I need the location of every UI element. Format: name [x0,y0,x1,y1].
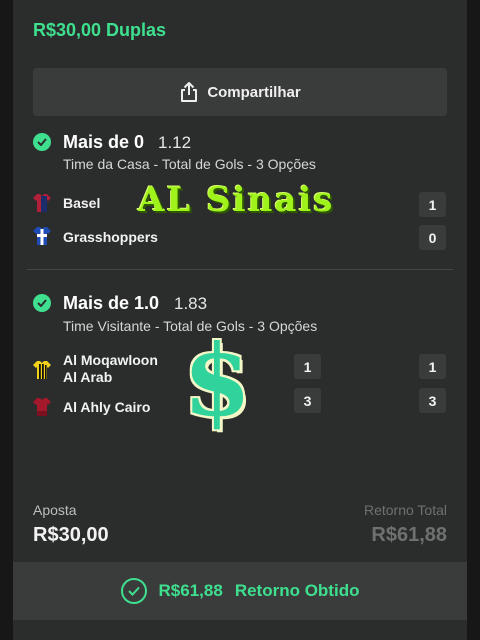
market-subtitle: Time da Casa - Total de Gols - 3 Opções [63,156,316,172]
market-odd: 1.83 [174,294,208,313]
score-box: 3 [419,388,446,413]
bet-stake-type: R$30,00 Duplas [33,20,167,40]
score-box: 0 [419,225,446,250]
check-icon [33,133,51,151]
score-box: 1 [419,192,446,217]
return-value: R$61,88 [371,524,447,546]
grasshoppers-shirt-icon [33,227,51,245]
market-odd: 1.12 [158,133,192,152]
return-obtained-label: Retorno Obtido [234,581,360,600]
basel-shirt-icon [33,194,51,212]
team-name-away: Al Ahly Cairo [63,399,151,415]
stake-value: R$30,00 [33,524,109,546]
return-label: Retorno Total [363,502,447,518]
bet-slip-card: R$30,00 Duplas Compartilhar Mais de 0 1.… [13,0,467,640]
dollar-sign-overlay: $ [183,324,252,439]
stake-label: Aposta [33,502,77,518]
market-title: Mais de 1.0 [63,293,160,313]
share-icon [179,81,199,103]
al-moqawloon-shirt-icon [33,361,51,379]
team-name-line: Al Moqawloon [63,352,158,368]
score-box-left: 3 [294,388,321,413]
score-box: 1 [419,354,446,379]
market-title: Mais de 0 [63,132,145,152]
share-button[interactable]: Compartilhar [33,68,447,116]
team-name-home: Basel [63,195,101,211]
check-circle-icon [120,578,147,604]
return-obtained-amount: R$61,88 [158,581,223,600]
return-obtained-bar: R$61,88 Retorno Obtido [13,562,467,620]
check-icon [33,294,51,312]
score-box-left: 1 [294,354,321,379]
team-name-home: Al Moqawloon Al Arab [63,352,158,386]
divider [27,269,453,270]
share-button-label: Compartilhar [207,83,301,101]
al-sinais-watermark: AL Sinais [138,180,335,220]
team-name-away: Grasshoppers [63,229,158,245]
team-name-line: Al Arab [63,369,113,385]
al-ahly-shirt-icon [33,398,51,416]
